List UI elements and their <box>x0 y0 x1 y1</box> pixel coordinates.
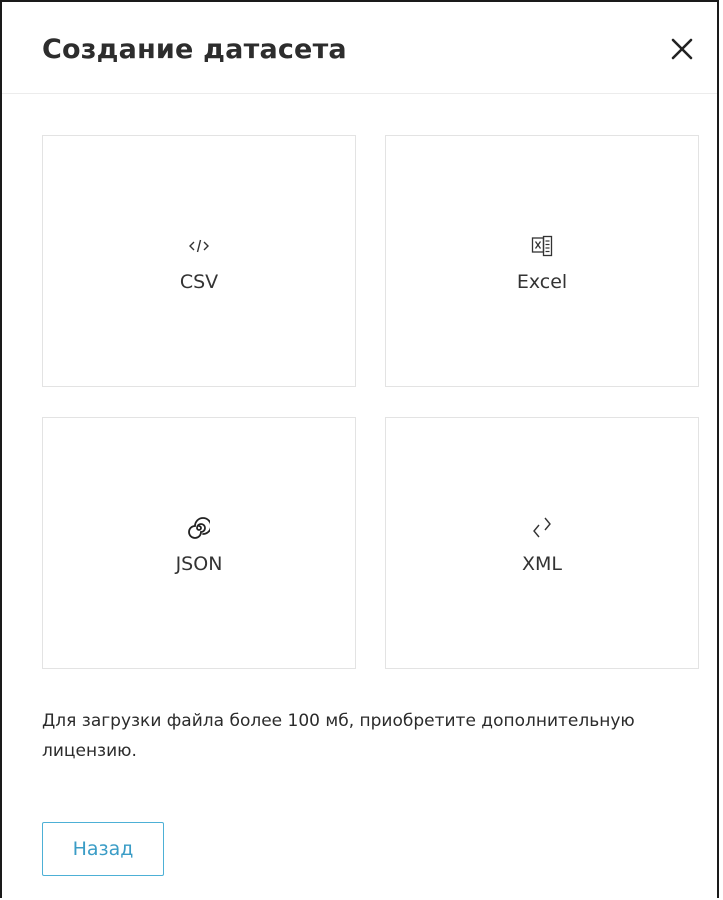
code-icon <box>43 234 355 258</box>
tile-label-json: JSON <box>175 553 223 575</box>
tile-xml[interactable]: XML <box>385 417 699 669</box>
license-note: Для загрузки файла более 100 мб, приобре… <box>42 711 635 761</box>
back-button[interactable]: Назад <box>42 822 164 876</box>
tile-label-csv: CSV <box>179 271 219 293</box>
tile-label-xml: XML <box>522 553 562 575</box>
close-button[interactable] <box>665 32 699 66</box>
tile-csv[interactable]: CSV <box>42 135 356 387</box>
dialog-title: Создание датасета <box>42 34 347 65</box>
dialog-header: Создание датасета <box>2 2 717 94</box>
tile-json[interactable]: JSON <box>42 417 356 669</box>
create-dataset-dialog: Создание датасета CSV Excel JSON XML Для… <box>0 0 719 898</box>
tile-excel[interactable]: Excel <box>385 135 699 387</box>
excel-icon <box>386 234 698 258</box>
close-icon <box>665 32 699 66</box>
spiral-icon <box>43 516 355 540</box>
angle-brackets-icon <box>386 516 698 540</box>
tile-label-excel: Excel <box>516 271 568 293</box>
